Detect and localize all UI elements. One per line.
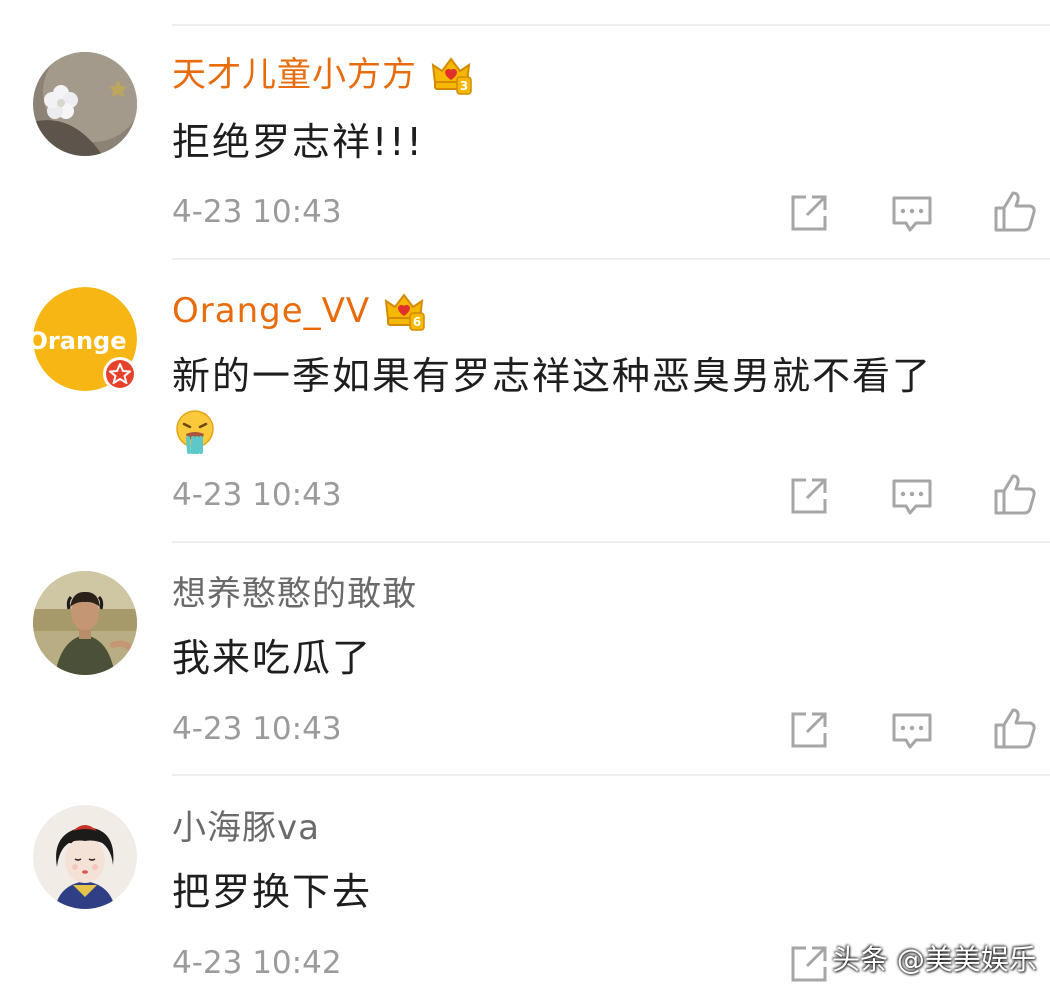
share-icon[interactable]	[786, 707, 832, 753]
timestamp: 4-23 10:42	[172, 945, 342, 981]
username-row: 小海豚va	[172, 805, 320, 851]
divider	[172, 774, 1050, 776]
share-icon[interactable]	[786, 473, 832, 519]
like-icon[interactable]	[992, 188, 1038, 234]
avatar[interactable]	[33, 571, 137, 675]
svg-text:6: 6	[413, 315, 421, 329]
timestamp: 4-23 10:43	[172, 194, 342, 230]
vomit-emoji-icon	[172, 408, 218, 454]
avatar[interactable]	[33, 52, 137, 156]
svg-text:3: 3	[460, 79, 468, 93]
username-row: 天才儿童小方方 3	[172, 52, 473, 98]
username[interactable]: 小海豚va	[172, 805, 320, 851]
username[interactable]: Orange_VV	[172, 288, 370, 334]
vip-crown-icon: 3	[429, 53, 473, 97]
divider	[172, 541, 1050, 543]
svg-text:Orange: Orange	[33, 327, 126, 355]
comment-text: 把罗换下去	[172, 870, 373, 914]
reply-icon[interactable]	[889, 707, 935, 753]
username[interactable]: 天才儿童小方方	[172, 52, 417, 98]
share-icon[interactable]	[786, 190, 832, 236]
like-icon[interactable]	[992, 705, 1038, 751]
avatar[interactable]	[33, 805, 137, 909]
timestamp: 4-23 10:43	[172, 711, 342, 747]
share-icon[interactable]	[786, 941, 832, 987]
comment-text: 我来吃瓜了	[172, 636, 373, 680]
comment-text: 新的一季如果有罗志祥这种恶臭男就不看了	[172, 354, 933, 398]
divider	[172, 24, 1050, 26]
reply-icon[interactable]	[889, 190, 935, 236]
username-row: 想养憨憨的敢敢	[172, 571, 417, 617]
verified-badge-icon	[102, 356, 138, 392]
reply-icon[interactable]	[889, 473, 935, 519]
like-icon[interactable]	[992, 471, 1038, 517]
comment-text: 拒绝罗志祥!!!	[172, 120, 424, 164]
timestamp: 4-23 10:43	[172, 477, 342, 513]
comment-list-page: 天才儿童小方方 3 拒绝罗志祥!!! 4-23 10:43 Orange Ora…	[0, 0, 1050, 996]
watermark: 头条 @美美娱乐	[832, 943, 1037, 976]
username-row: Orange_VV 6	[172, 288, 426, 334]
vip-crown-icon: 6	[382, 289, 426, 333]
username[interactable]: 想养憨憨的敢敢	[172, 571, 417, 617]
divider	[172, 258, 1050, 260]
